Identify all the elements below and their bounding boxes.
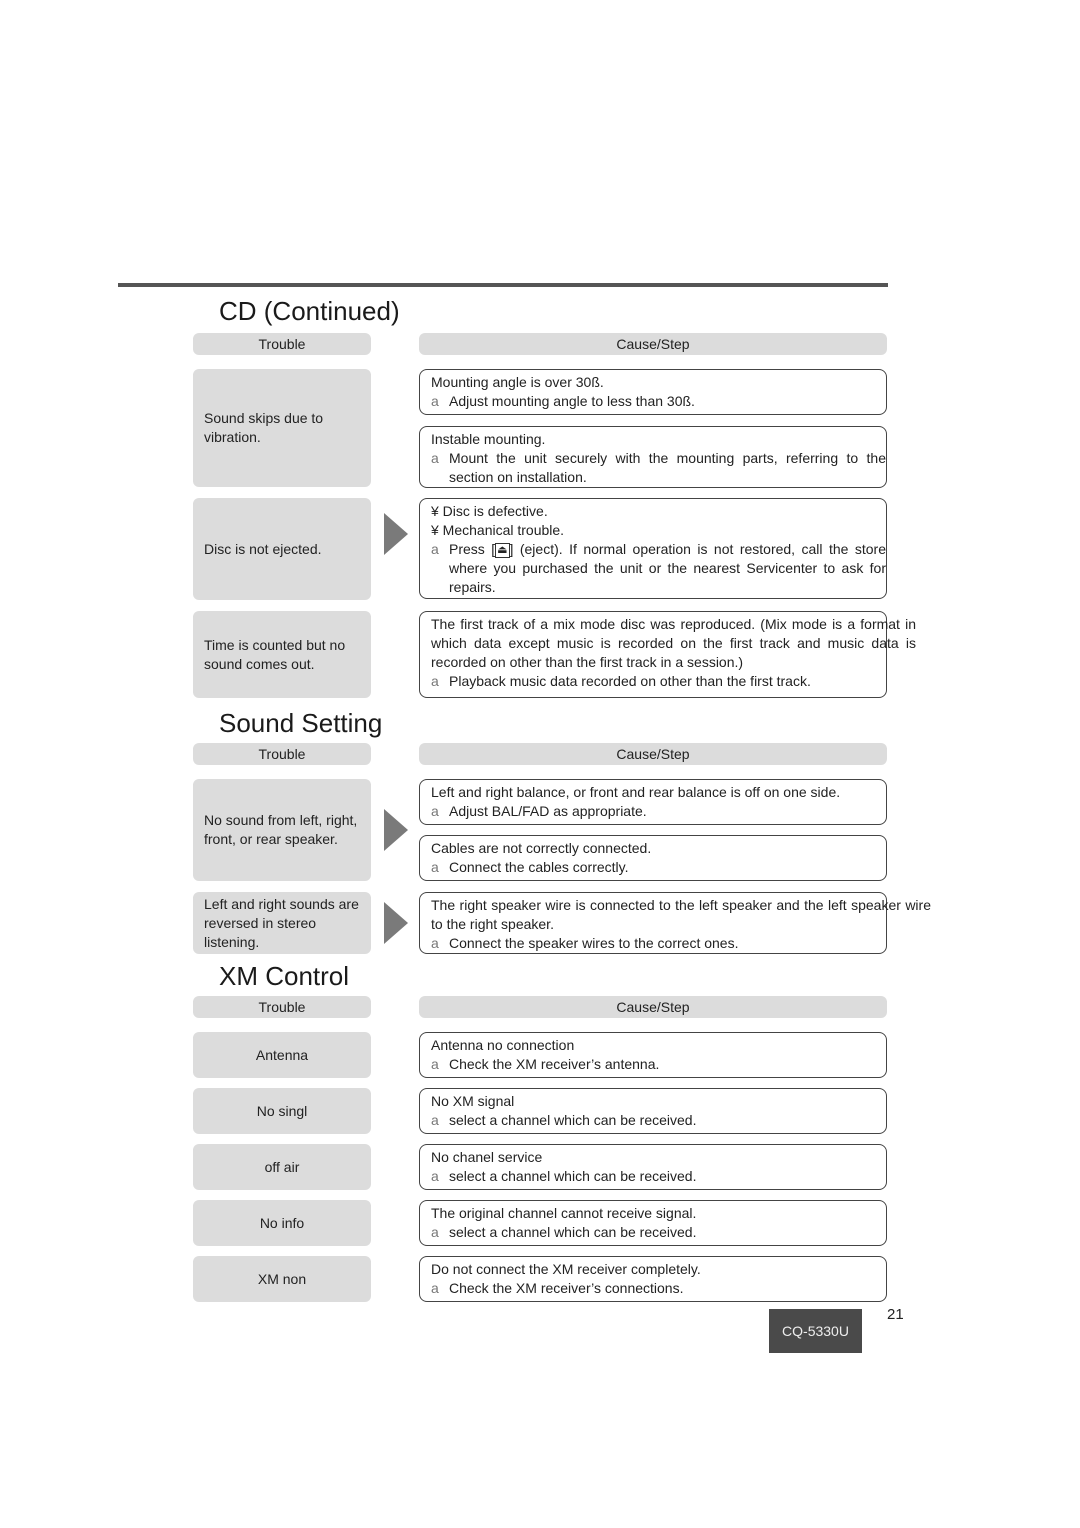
trouble-cell: off air <box>193 1144 371 1190</box>
cause-text: Antenna no connection <box>431 1037 575 1053</box>
step-text: Mount the unit securely with the mountin… <box>449 450 886 485</box>
trouble-cell: Time is counted but no sound comes out. <box>193 611 371 698</box>
cause-text: Cables are not correctly connected. <box>431 840 652 856</box>
header-trouble: Trouble <box>193 333 371 355</box>
cause-box: Left and right balance, or front and rea… <box>419 779 887 825</box>
step-text: Adjust BAL/FAD as appropriate. <box>449 803 647 819</box>
trouble-text: No sound from left, right, front, or rea… <box>204 812 358 847</box>
step-text: Playback music data recorded on other th… <box>449 673 811 689</box>
cause-text: ¥ Disc is defective. <box>431 503 548 519</box>
step-text: select a channel which can be received. <box>449 1112 697 1128</box>
step-marker: a <box>431 541 439 557</box>
page-number: 21 <box>887 1306 904 1323</box>
step-marker: a <box>431 1168 439 1184</box>
cause-box: The original channel cannot receive sign… <box>419 1200 887 1246</box>
cause-box: Cables are not correctly connected. a Con… <box>419 835 887 881</box>
cause-text: No chanel service <box>431 1149 543 1165</box>
trouble-cell: Sound skips due to vibration. <box>193 369 371 487</box>
step-marker: a <box>431 450 439 466</box>
step-marker: a <box>431 393 439 409</box>
top-rule <box>118 283 888 287</box>
step-text: Check the XM receiver’s antenna. <box>449 1056 660 1072</box>
cause-box: Mounting angle is over 30ß. a Adjust moun… <box>419 369 887 415</box>
cause-text: Left and right balance, or front and rea… <box>431 784 841 800</box>
trouble-text: Sound skips due to vibration. <box>204 410 324 445</box>
arrow-icon <box>384 902 408 944</box>
cause-box: The first track of a mix mode disc was r… <box>419 611 916 698</box>
cause-text: The original channel cannot receive sign… <box>431 1205 697 1221</box>
step-text: select a channel which can be received. <box>449 1168 697 1184</box>
trouble-text: Left and right sounds are reversed in st… <box>204 895 359 950</box>
eject-icon: ⏏ <box>495 543 510 558</box>
cause-text: Do not connect the XM receiver completel… <box>431 1261 701 1277</box>
trouble-text: Time is counted but no sound comes out. <box>204 636 346 672</box>
step-text: select a channel which can be received. <box>449 1224 697 1240</box>
step-marker: a <box>431 803 439 819</box>
arrow-icon <box>384 513 408 555</box>
cause-box: The right speaker wire is connected to t… <box>419 892 931 954</box>
model-badge: CQ-5330U <box>769 1309 862 1353</box>
step-marker: a <box>431 1224 439 1240</box>
trouble-cell: Antenna <box>193 1032 371 1078</box>
step-text: Connect the speaker wires to the correct… <box>449 935 739 951</box>
step-text: ] (eject). If normal operation is not re… <box>449 541 886 595</box>
cause-text: Instable mounting. <box>431 431 546 447</box>
header-trouble: Trouble <box>193 996 371 1018</box>
cause-text: The right speaker wire is connected to t… <box>431 897 931 932</box>
step-text: Adjust mounting angle to less than 30ß. <box>449 393 695 409</box>
trouble-cell: Left and right sounds are reversed in st… <box>193 892 371 954</box>
step-marker: a <box>431 1112 439 1128</box>
step-marker: a <box>431 673 439 689</box>
header-trouble: Trouble <box>193 743 371 765</box>
cause-box: No chanel service a select a channel which… <box>419 1144 887 1190</box>
header-cause-step: Cause/Step <box>419 743 887 765</box>
trouble-text: No info <box>259 1214 305 1231</box>
cause-box: ¥ Disc is defective. ¥ Mechanical troubl… <box>419 498 887 599</box>
trouble-text: No singl <box>256 1102 308 1119</box>
header-cause-step: Cause/Step <box>419 996 887 1018</box>
section-title-sound-setting: Sound Setting <box>219 708 383 738</box>
cause-text: The first track of a mix mode disc was r… <box>431 616 916 670</box>
step-text: Check the XM receiver’s connections. <box>449 1280 684 1296</box>
step-marker: a <box>431 859 439 875</box>
trouble-text: XM non <box>257 1270 307 1287</box>
trouble-cell: No sound from left, right, front, or rea… <box>193 779 371 881</box>
trouble-text: Antenna <box>255 1046 309 1063</box>
step-marker: a <box>431 1056 439 1072</box>
trouble-cell: XM non <box>193 1256 371 1302</box>
cause-box: Instable mounting. a Mount the unit secur… <box>419 426 887 488</box>
header-cause-step: Cause/Step <box>419 333 887 355</box>
step-marker: a <box>431 1280 439 1296</box>
cause-box: Antenna no connection a Check the XM recei… <box>419 1032 887 1078</box>
step-marker: a <box>431 935 439 951</box>
step-text: Connect the cables correctly. <box>449 859 629 875</box>
cause-box: No XM signal a select a channel which can … <box>419 1088 887 1134</box>
step-text: Press [ <box>449 541 496 557</box>
cause-text: No XM signal <box>431 1093 515 1109</box>
trouble-cell: Disc is not ejected. <box>193 498 371 600</box>
trouble-text: off air <box>264 1158 300 1175</box>
cause-box: Do not connect the XM receiver completel… <box>419 1256 887 1302</box>
section-title-cd: CD (Continued) <box>219 296 400 326</box>
section-title-xm-control: XM Control <box>219 961 350 991</box>
trouble-text: Disc is not ejected. <box>204 540 322 557</box>
trouble-cell: No info <box>193 1200 371 1246</box>
cause-text: Mounting angle is over 30ß. <box>431 374 604 390</box>
trouble-cell: No singl <box>193 1088 371 1134</box>
cause-text: ¥ Mechanical trouble. <box>431 522 565 538</box>
arrow-icon <box>384 809 408 851</box>
